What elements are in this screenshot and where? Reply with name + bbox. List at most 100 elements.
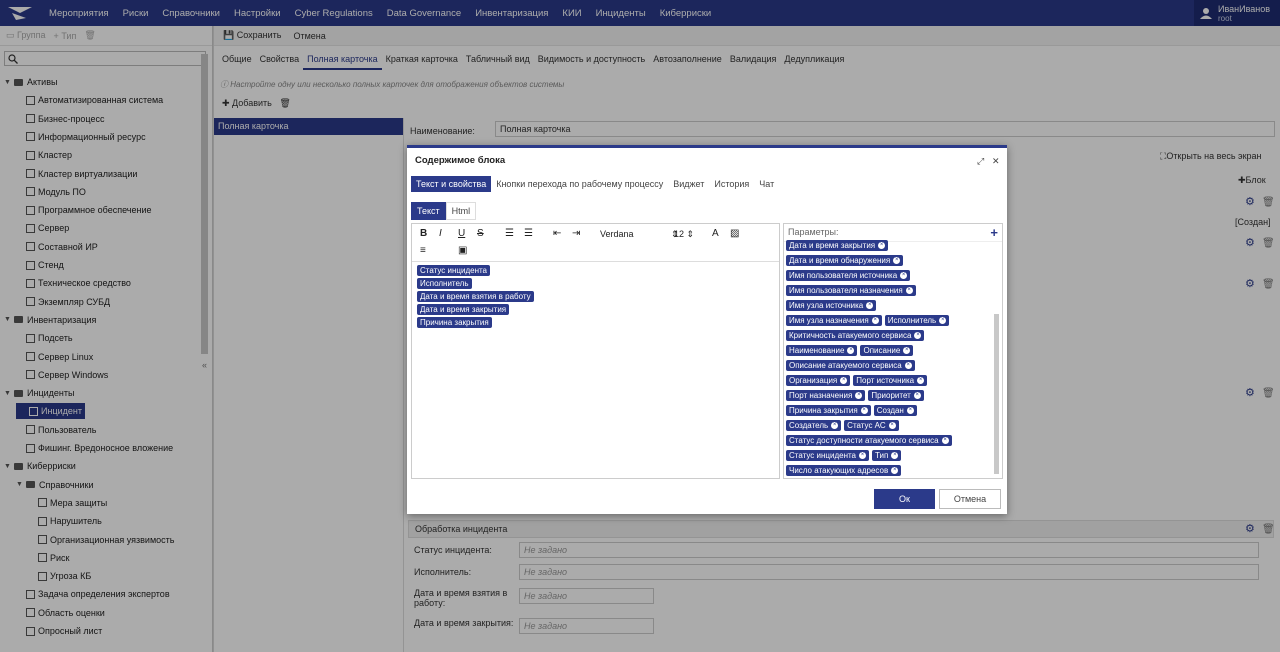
remove-icon[interactable]: × [913,392,921,400]
param-tag[interactable]: Создатель × [786,420,842,431]
param-tag[interactable]: Дата и время обнаружения × [786,255,904,266]
param-label: Статус доступности атакуемого сервиса [789,436,939,445]
remove-icon[interactable]: × [866,302,874,310]
param-tag[interactable]: Дата и время закрытия × [786,240,889,251]
param-tag[interactable]: Причина закрытия × [786,405,871,416]
param-label: Критичность атакуемого сервиса [789,331,912,340]
size-select[interactable]: 12 ⇕ [674,229,694,240]
param-tag[interactable]: Описание × [860,345,914,356]
param-label: Имя пользователя источника [789,271,898,280]
remove-icon[interactable]: × [904,362,912,370]
remove-icon[interactable]: × [859,452,867,460]
text-color-icon[interactable]: A [712,228,719,239]
mode-tab[interactable]: Html [445,202,477,220]
remove-icon[interactable]: × [906,407,914,415]
dialog-tab[interactable]: Чат [754,176,779,192]
param-tag[interactable]: Описание атакуемого сервиса × [786,360,915,371]
param-label: Создатель [789,421,829,430]
close-icon[interactable]: ✕ [992,156,1000,167]
param-tag[interactable]: Имя узла назначения × [786,315,882,326]
param-tag[interactable]: Приоритет × [868,390,924,401]
param-row: Критичность атакуемого сервиса × [786,330,991,345]
text-editor[interactable]: B I U S ☰ ☰ ⇤ ⇥ Verdana ⇕ 12 ⇕ A ▨ ≡ ▣ С… [411,223,780,479]
remove-icon[interactable]: × [917,377,925,385]
param-tag[interactable]: Статус АС × [844,420,899,431]
outdent-icon[interactable]: ⇤ [553,228,561,239]
dialog-tab[interactable]: Текст и свойства [411,176,492,192]
param-tag[interactable]: Создан × [873,405,917,416]
param-row: Имя узла назначения × Исполнитель × [786,315,991,330]
param-tag[interactable]: Статус инцидента × [786,450,870,461]
param-label: Число атакующих адресов [789,466,889,475]
remove-icon[interactable]: × [914,332,922,340]
param-tag[interactable]: Имя пользователя источника × [786,270,911,281]
param-tag[interactable]: Организация × [786,375,851,386]
params-scrollbar[interactable] [994,314,999,474]
param-row: Причина закрытия × Создан × [786,405,991,420]
font-select[interactable]: Verdana ⇕ [600,229,679,240]
italic-icon[interactable]: I [439,228,442,239]
content-line: Статус инцидента [417,265,534,278]
param-tag[interactable]: Число атакующих адресов × [786,465,902,476]
bold-icon[interactable]: B [420,228,427,239]
remove-icon[interactable]: × [941,437,949,445]
param-tag[interactable]: Порт источника × [853,375,928,386]
remove-icon[interactable]: × [860,407,868,415]
param-row: Создатель × Статус АС × [786,420,991,435]
parameters-panel: Параметры: + Дата и время закрытия × Дата … [783,223,1003,479]
param-tag[interactable]: Критичность атакуемого сервиса × [786,330,925,341]
remove-icon[interactable]: × [888,422,896,430]
align-icon[interactable]: ≡ [420,245,426,256]
ordered-list-icon[interactable]: ☰ [505,228,514,239]
remove-icon[interactable]: × [878,242,886,250]
dialog-cancel-button[interactable]: Отмена [939,489,1001,509]
param-tag[interactable]: Наименование × [786,345,858,356]
remove-icon[interactable]: × [903,347,911,355]
param-row: Имя пользователя источника × [786,270,991,285]
param-row: Число атакующих адресов × [786,465,991,478]
param-label: Имя узла назначения [789,316,869,325]
remove-icon[interactable]: × [891,467,899,475]
param-tag[interactable]: Порт назначения × [786,390,866,401]
param-label: Описание [863,346,901,355]
content-tag[interactable]: Причина закрытия [417,317,492,328]
content-tag[interactable]: Дата и время закрытия [417,304,510,315]
strike-icon[interactable]: S [477,228,484,239]
param-row: Статус инцидента × Тип × [786,450,991,465]
dialog-tab[interactable]: Кнопки перехода по рабочему процессу [491,176,668,192]
remove-icon[interactable]: × [847,347,855,355]
content-tag[interactable]: Статус инцидента [417,265,491,276]
dialog-tab[interactable]: Виджет [668,176,709,192]
param-tag[interactable]: Статус доступности атакуемого сервиса × [786,435,952,446]
param-tag[interactable]: Исполнитель × [884,315,950,326]
editor-content[interactable]: Статус инцидента Исполнитель Дата и время … [417,265,534,330]
content-tag[interactable]: Дата и время взятия в работу [417,291,534,302]
ok-button[interactable]: Ок [874,489,935,509]
remove-icon[interactable]: × [939,317,947,325]
remove-icon[interactable]: × [905,287,913,295]
bullet-list-icon[interactable]: ☰ [524,228,533,239]
param-tag[interactable]: Имя узла источника × [786,300,877,311]
image-icon[interactable]: ▣ [458,245,467,256]
remove-icon[interactable]: × [900,272,908,280]
param-tag[interactable]: Тип × [872,450,902,461]
remove-icon[interactable]: × [831,422,839,430]
remove-icon[interactable]: × [840,377,848,385]
bg-color-icon[interactable]: ▨ [730,228,739,239]
remove-icon[interactable]: × [855,392,863,400]
add-param-icon[interactable]: + [990,225,998,240]
remove-icon[interactable]: × [871,317,879,325]
content-tag[interactable]: Исполнитель [417,278,472,289]
expand-icon[interactable]: ⤢ [977,156,984,167]
param-label: Создан [876,406,904,415]
mode-tab[interactable]: Текст [411,202,446,220]
param-row: Порт назначения × Приоритет × [786,390,991,405]
underline-icon[interactable]: U [458,228,465,239]
editor-toolbar: B I U S ☰ ☰ ⇤ ⇥ Verdana ⇕ 12 ⇕ A ▨ ≡ ▣ [412,224,779,262]
remove-icon[interactable]: × [891,452,899,460]
dialog-tab[interactable]: История [709,176,754,192]
param-row: Организация × Порт источника × [786,375,991,390]
param-tag[interactable]: Имя пользователя назначения × [786,285,916,296]
indent-icon[interactable]: ⇥ [572,228,580,239]
remove-icon[interactable]: × [893,257,901,265]
